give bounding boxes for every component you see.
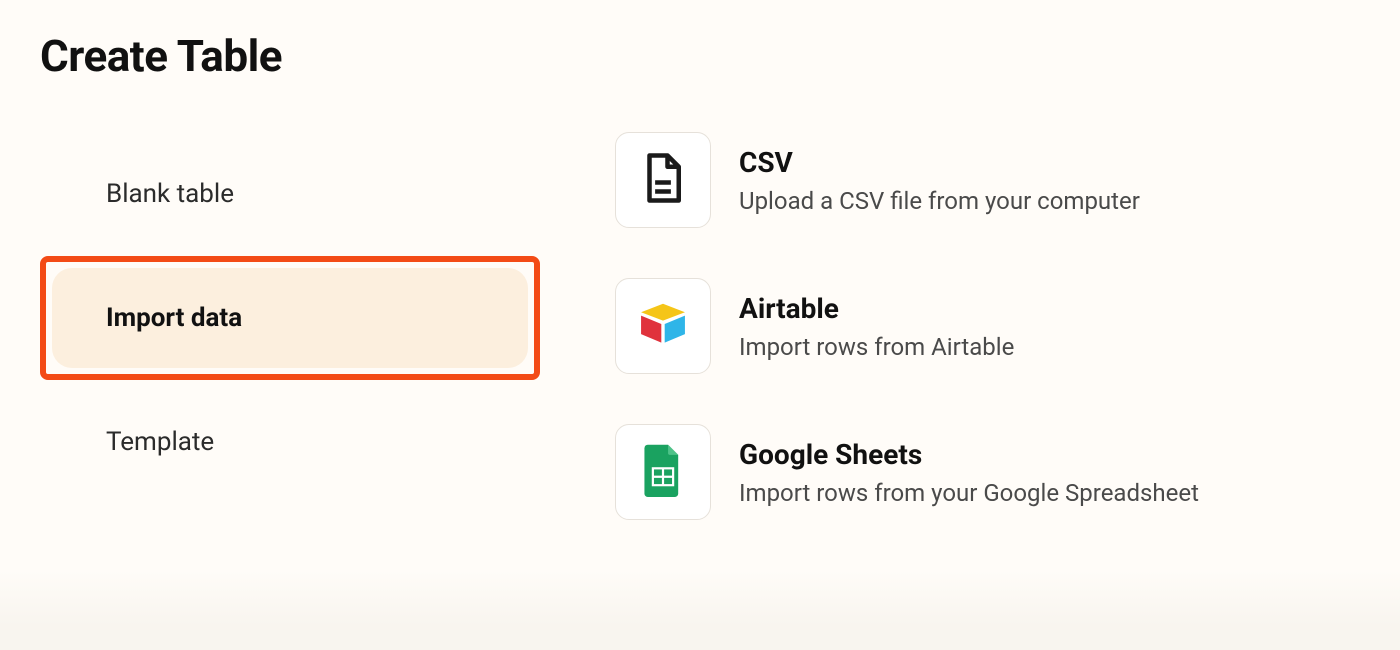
option-text: CSV Upload a CSV file from your computer [739, 146, 1140, 215]
airtable-icon [636, 297, 690, 355]
option-description: Upload a CSV file from your computer [739, 187, 1140, 215]
sidebar-item-template[interactable]: Template [52, 392, 528, 492]
google-sheets-icon [636, 443, 690, 501]
option-google-sheets[interactable]: Google Sheets Import rows from your Goog… [615, 424, 1360, 520]
option-title: Airtable [739, 292, 1014, 325]
option-icon-box [615, 132, 711, 228]
option-airtable[interactable]: Airtable Import rows from Airtable [615, 278, 1360, 374]
sidebar-item-import-data[interactable]: Import data [52, 268, 528, 368]
import-options: CSV Upload a CSV file from your computer [540, 132, 1360, 570]
sidebar: Blank table Import data Template [40, 132, 540, 504]
option-text: Airtable Import rows from Airtable [739, 292, 1014, 361]
page-title: Create Table [40, 30, 1360, 82]
sidebar-item-label: Template [106, 427, 214, 457]
sidebar-item-label: Blank table [106, 179, 234, 209]
sidebar-item-wrap: Blank table [40, 132, 540, 256]
option-csv[interactable]: CSV Upload a CSV file from your computer [615, 132, 1360, 228]
option-description: Import rows from your Google Spreadsheet [739, 479, 1199, 507]
option-text: Google Sheets Import rows from your Goog… [739, 438, 1199, 507]
sidebar-item-wrap-active: Import data [40, 256, 540, 380]
option-icon-box [615, 424, 711, 520]
content-row: Blank table Import data Template [40, 132, 1360, 570]
sidebar-item-blank-table[interactable]: Blank table [52, 144, 528, 244]
create-table-dialog: Create Table Blank table Import data Tem… [0, 0, 1400, 570]
option-icon-box [615, 278, 711, 374]
sidebar-item-wrap: Template [40, 380, 540, 504]
option-title: CSV [739, 146, 1140, 179]
option-title: Google Sheets [739, 438, 1199, 471]
sidebar-item-label: Import data [106, 303, 242, 333]
file-csv-icon [636, 151, 690, 209]
option-description: Import rows from Airtable [739, 333, 1014, 361]
